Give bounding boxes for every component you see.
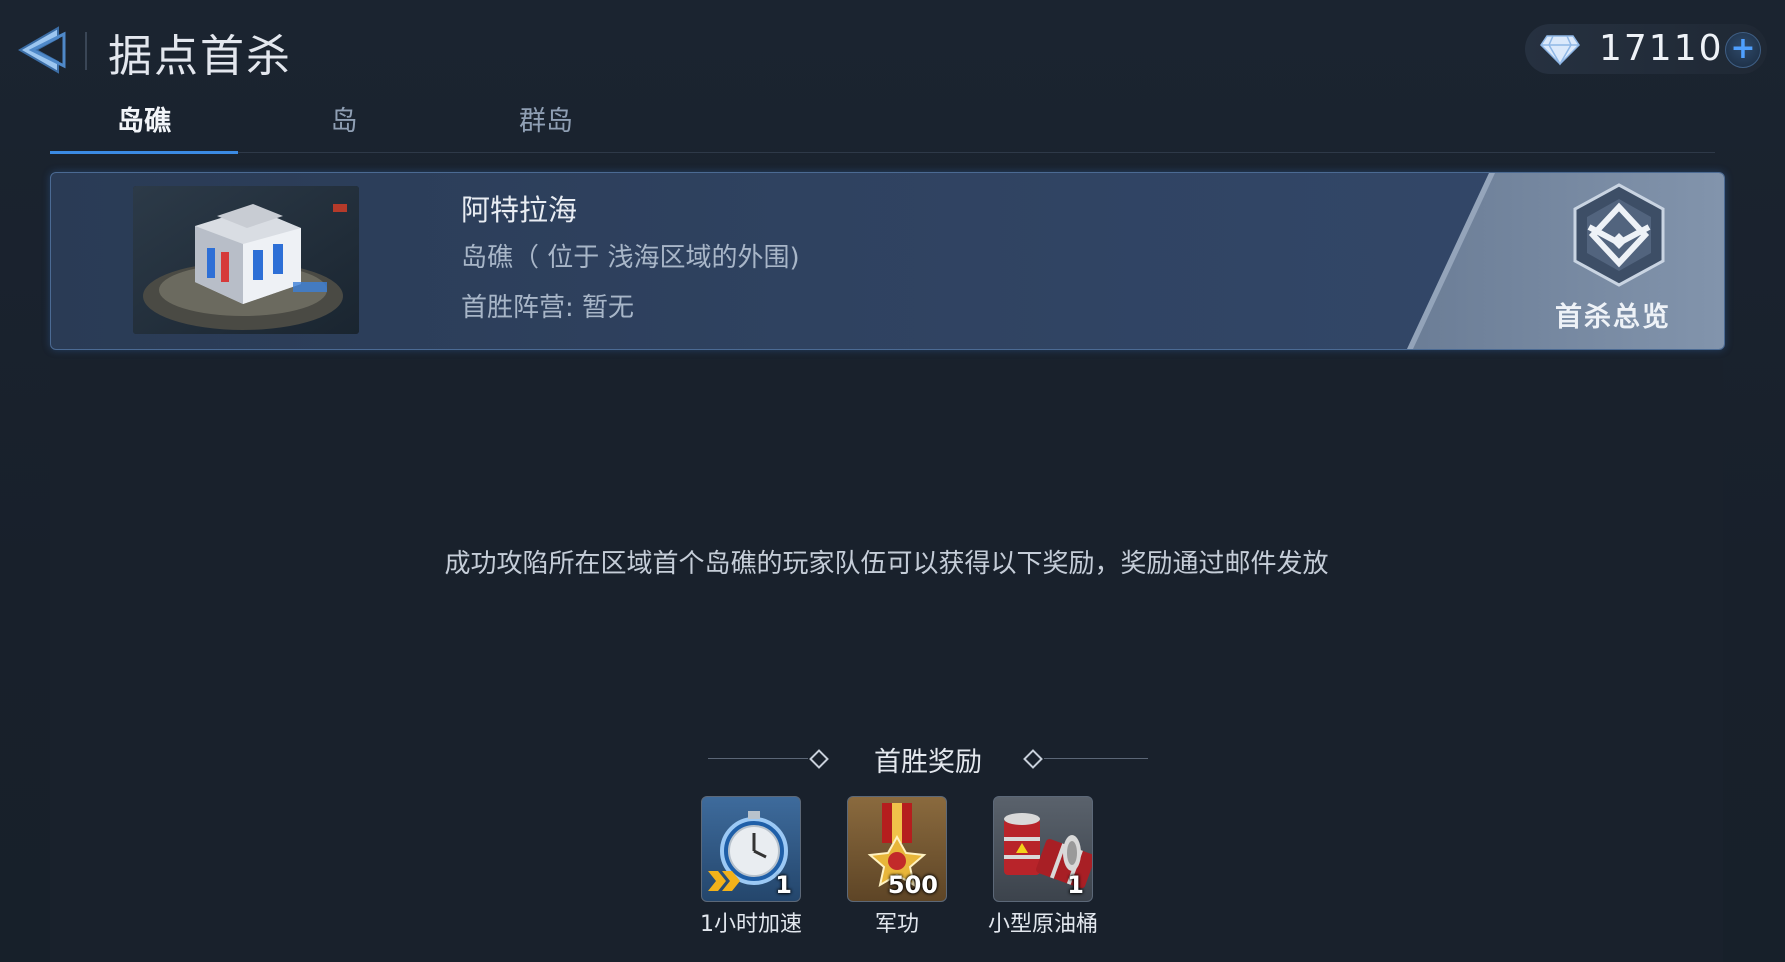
rewards-header: 首胜奖励 bbox=[708, 740, 1148, 778]
stronghold-image bbox=[133, 186, 359, 334]
tab-bar: 岛礁 岛 群岛 bbox=[50, 98, 1715, 154]
reward-panel: 成功攻陷所在区域首个岛礁的玩家队伍可以获得以下奖励，奖励通过邮件发放 首胜奖励 … bbox=[50, 360, 1723, 962]
reward-item[interactable]: 500 军功 bbox=[832, 796, 962, 938]
rewards-title: 首胜奖励 bbox=[874, 747, 982, 778]
tab-island[interactable]: 岛 bbox=[250, 98, 438, 152]
reward-quantity: 1 bbox=[1067, 871, 1084, 899]
currency-amount: 17110 bbox=[1599, 28, 1724, 69]
title-divider bbox=[85, 32, 87, 70]
tab-reef[interactable]: 岛礁 bbox=[50, 98, 238, 154]
medal-icon: 500 bbox=[847, 796, 947, 902]
back-arrow-icon bbox=[18, 26, 66, 74]
stopwatch-speedup-icon: 1 bbox=[701, 796, 801, 902]
diamond-icon bbox=[1540, 35, 1580, 66]
reward-item[interactable]: 1 小型原油桶 bbox=[978, 796, 1108, 938]
stronghold-name: 阿特拉海 bbox=[461, 193, 578, 227]
stronghold-card: 阿特拉海 岛礁（ 位于 浅海区域的外围) 首胜阵营: 暂无 首杀总览 bbox=[50, 172, 1725, 350]
reward-label: 军功 bbox=[874, 912, 919, 937]
tab-archipelago[interactable]: 群岛 bbox=[452, 98, 640, 152]
reward-label: 小型原油桶 bbox=[987, 912, 1098, 937]
overview-label: 首杀总览 bbox=[1555, 302, 1671, 333]
stronghold-location: 岛礁（ 位于 浅海区域的外围) bbox=[461, 243, 800, 273]
page-title: 据点首杀 bbox=[108, 31, 292, 82]
first-victory-faction: 首胜阵营: 暂无 bbox=[461, 293, 635, 323]
currency-display: 17110 + bbox=[1525, 24, 1767, 74]
reward-quantity: 1 bbox=[775, 871, 792, 899]
reward-item[interactable]: 1 1小时加速 bbox=[686, 796, 816, 938]
add-currency-button[interactable]: + bbox=[1725, 32, 1761, 68]
back-button[interactable] bbox=[12, 22, 70, 78]
first-kill-emblem-icon bbox=[1573, 183, 1665, 287]
oil-barrel-icon: 1 bbox=[993, 796, 1093, 902]
first-kill-overview-button[interactable]: 首杀总览 bbox=[1407, 173, 1724, 349]
reward-description: 成功攻陷所在区域首个岛礁的玩家队伍可以获得以下奖励，奖励通过邮件发放 bbox=[444, 549, 1329, 579]
reward-quantity: 500 bbox=[887, 871, 938, 899]
reward-label: 1小时加速 bbox=[700, 912, 802, 937]
